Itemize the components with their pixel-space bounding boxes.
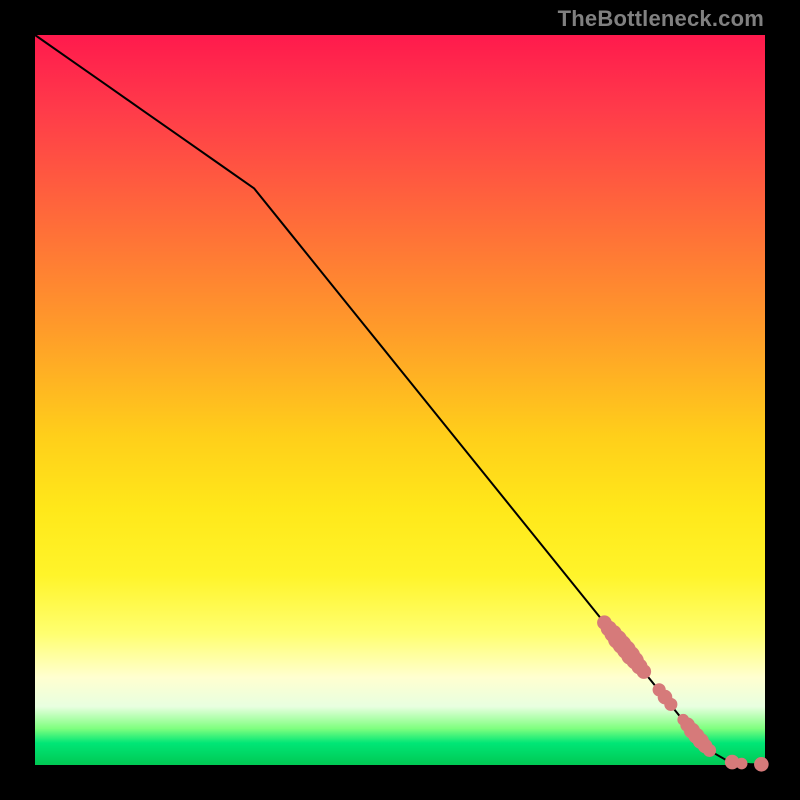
data-point (754, 757, 769, 772)
chart-frame: TheBottleneck.com (0, 0, 800, 800)
chart-overlay (35, 35, 765, 765)
data-point (637, 664, 652, 679)
data-point (664, 698, 677, 711)
attribution-label: TheBottleneck.com (558, 6, 764, 32)
data-point (736, 758, 748, 770)
data-point (703, 744, 716, 757)
scatter-group (597, 615, 769, 771)
curve-line (35, 35, 765, 764)
